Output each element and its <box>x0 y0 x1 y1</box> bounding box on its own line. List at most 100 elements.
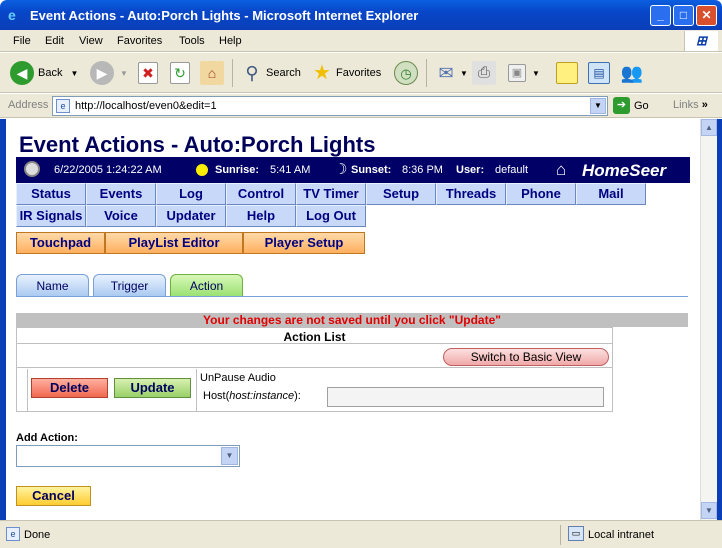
search-label: Search <box>266 67 301 79</box>
menu-view[interactable]: View <box>79 35 103 47</box>
status-divider <box>560 525 561 545</box>
sun-icon <box>196 164 208 176</box>
messenger-icon: 👥 <box>620 63 644 83</box>
discuss-button[interactable] <box>556 59 578 87</box>
host-label-hint: host:instance <box>229 390 295 402</box>
favorites-button[interactable]: ★ Favorites <box>310 59 381 87</box>
action-list-table: Action List Switch to Basic View Delete … <box>16 327 613 412</box>
windows-logo-icon: ⊞ <box>684 31 718 51</box>
chevron-down-icon: ▼ <box>532 68 540 78</box>
nav-control[interactable]: Control <box>226 183 296 205</box>
user-label: User: <box>456 164 485 176</box>
links-button[interactable]: Links » <box>673 99 708 111</box>
mail-button[interactable]: ✉ ▼ <box>434 59 468 87</box>
edit-button[interactable]: ▣ ▼ <box>508 59 540 87</box>
address-dropdown-icon[interactable]: ▼ <box>590 98 606 114</box>
history-icon: ◷ <box>394 61 418 85</box>
cancel-button[interactable]: Cancel <box>16 486 91 506</box>
add-action-select[interactable]: ▼ <box>16 445 240 467</box>
note-icon <box>556 62 578 84</box>
address-input[interactable]: e http://localhost/even0&edit=1 ▼ <box>52 96 608 116</box>
back-button[interactable]: ◀ Back ▼ <box>10 59 78 87</box>
update-button[interactable]: Update <box>114 378 191 398</box>
menu-favorites[interactable]: Favorites <box>117 35 162 47</box>
chevron-down-icon: ▼ <box>221 447 238 465</box>
menu-bar: File Edit View Favorites Tools Help ⊞ <box>0 30 722 52</box>
nav-events[interactable]: Events <box>86 183 156 205</box>
print-button[interactable]: ⎙ <box>472 59 496 87</box>
menu-edit[interactable]: Edit <box>45 35 64 47</box>
nav-status[interactable]: Status <box>16 183 86 205</box>
scroll-up-icon[interactable]: ▲ <box>701 119 717 136</box>
tab-trigger[interactable]: Trigger <box>93 274 166 297</box>
menu-file[interactable]: File <box>13 35 31 47</box>
cell-divider <box>196 369 197 411</box>
chevron-down-icon: ▼ <box>460 68 468 78</box>
unsaved-warning: Your changes are not saved until you cli… <box>16 313 688 327</box>
host-label: Host(host:instance): <box>203 390 301 402</box>
star-icon: ★ <box>313 62 331 84</box>
go-button[interactable]: ➔ Go <box>613 97 649 114</box>
address-url: http://localhost/even0&edit=1 <box>75 100 217 112</box>
security-zone: Local intranet <box>588 529 655 541</box>
sunset-time: 8:36 PM <box>402 164 443 176</box>
research-button[interactable]: ▤ <box>588 59 610 87</box>
messenger-button[interactable]: 👥 <box>620 59 644 87</box>
tab-name[interactable]: Name <box>16 274 89 297</box>
page-status-icon: e <box>6 527 20 541</box>
menu-help[interactable]: Help <box>219 35 242 47</box>
nav-log[interactable]: Log <box>156 183 226 205</box>
nav-tv-timer[interactable]: TV Timer <box>296 183 366 205</box>
refresh-icon: ↻ <box>170 62 190 84</box>
history-button[interactable]: ◷ <box>394 59 418 87</box>
title-bar: e Event Actions - Auto:Porch Lights - Mi… <box>0 0 722 30</box>
forward-arrow-icon: ▶ <box>90 61 114 85</box>
homeseer-logo-icon: ⌂ <box>556 160 567 179</box>
window-frame-right <box>717 119 722 520</box>
action-name: UnPause Audio <box>200 372 276 384</box>
maximize-button[interactable]: □ <box>673 5 694 26</box>
toolbar-separator <box>232 59 233 87</box>
nav-updater[interactable]: Updater <box>156 205 226 227</box>
scroll-down-icon[interactable]: ▼ <box>701 502 717 519</box>
homeseer-brand: HomeSeer <box>582 161 667 180</box>
nav-threads[interactable]: Threads <box>436 183 506 205</box>
stop-button[interactable]: ✖ <box>138 59 158 87</box>
nav-phone[interactable]: Phone <box>506 183 576 205</box>
mail-icon: ✉ <box>438 63 454 83</box>
nav-mail[interactable]: Mail <box>576 183 646 205</box>
close-button[interactable]: ✕ <box>696 5 717 26</box>
switch-basic-view-button[interactable]: Switch to Basic View <box>443 348 609 366</box>
search-button[interactable]: ⚲ Search <box>240 59 301 87</box>
nav-player-setup[interactable]: Player Setup <box>243 232 365 254</box>
host-label-prefix: Host( <box>203 390 230 402</box>
tab-divider <box>16 296 688 297</box>
vertical-scrollbar[interactable]: ▲ ▼ <box>700 119 717 520</box>
chevron-down-icon: ▼ <box>120 68 128 78</box>
forward-button[interactable]: ▶ ▼ <box>90 59 128 87</box>
nav-playlist-editor[interactable]: PlayList Editor <box>105 232 243 254</box>
ie-logo-icon: e <box>8 7 16 23</box>
home-button[interactable]: ⌂ <box>200 59 224 87</box>
menu-tools[interactable]: Tools <box>179 35 205 47</box>
page-icon: e <box>56 99 70 113</box>
refresh-button[interactable]: ↻ <box>170 59 190 87</box>
nav-touchpad[interactable]: Touchpad <box>16 232 105 254</box>
chevron-down-icon: ▼ <box>70 68 79 78</box>
tab-action[interactable]: Action <box>170 274 243 297</box>
nav-setup[interactable]: Setup <box>366 183 436 205</box>
nav-voice[interactable]: Voice <box>86 205 156 227</box>
host-instance-input[interactable] <box>327 387 604 407</box>
moon-icon: ☽ <box>334 161 348 178</box>
datetime: 6/22/2005 1:24:22 AM <box>54 164 162 176</box>
intranet-zone-icon: ▭ <box>568 526 584 541</box>
home-icon: ⌂ <box>200 61 224 85</box>
sunrise-time: 5:41 AM <box>270 164 311 176</box>
nav-log-out[interactable]: Log Out <box>296 205 366 227</box>
nav-ir-signals[interactable]: IR Signals <box>16 205 86 227</box>
minimize-button[interactable]: _ <box>650 5 671 26</box>
address-label: Address <box>8 99 49 111</box>
delete-button[interactable]: Delete <box>31 378 108 398</box>
toolbar-separator <box>426 59 427 87</box>
nav-help[interactable]: Help <box>226 205 296 227</box>
